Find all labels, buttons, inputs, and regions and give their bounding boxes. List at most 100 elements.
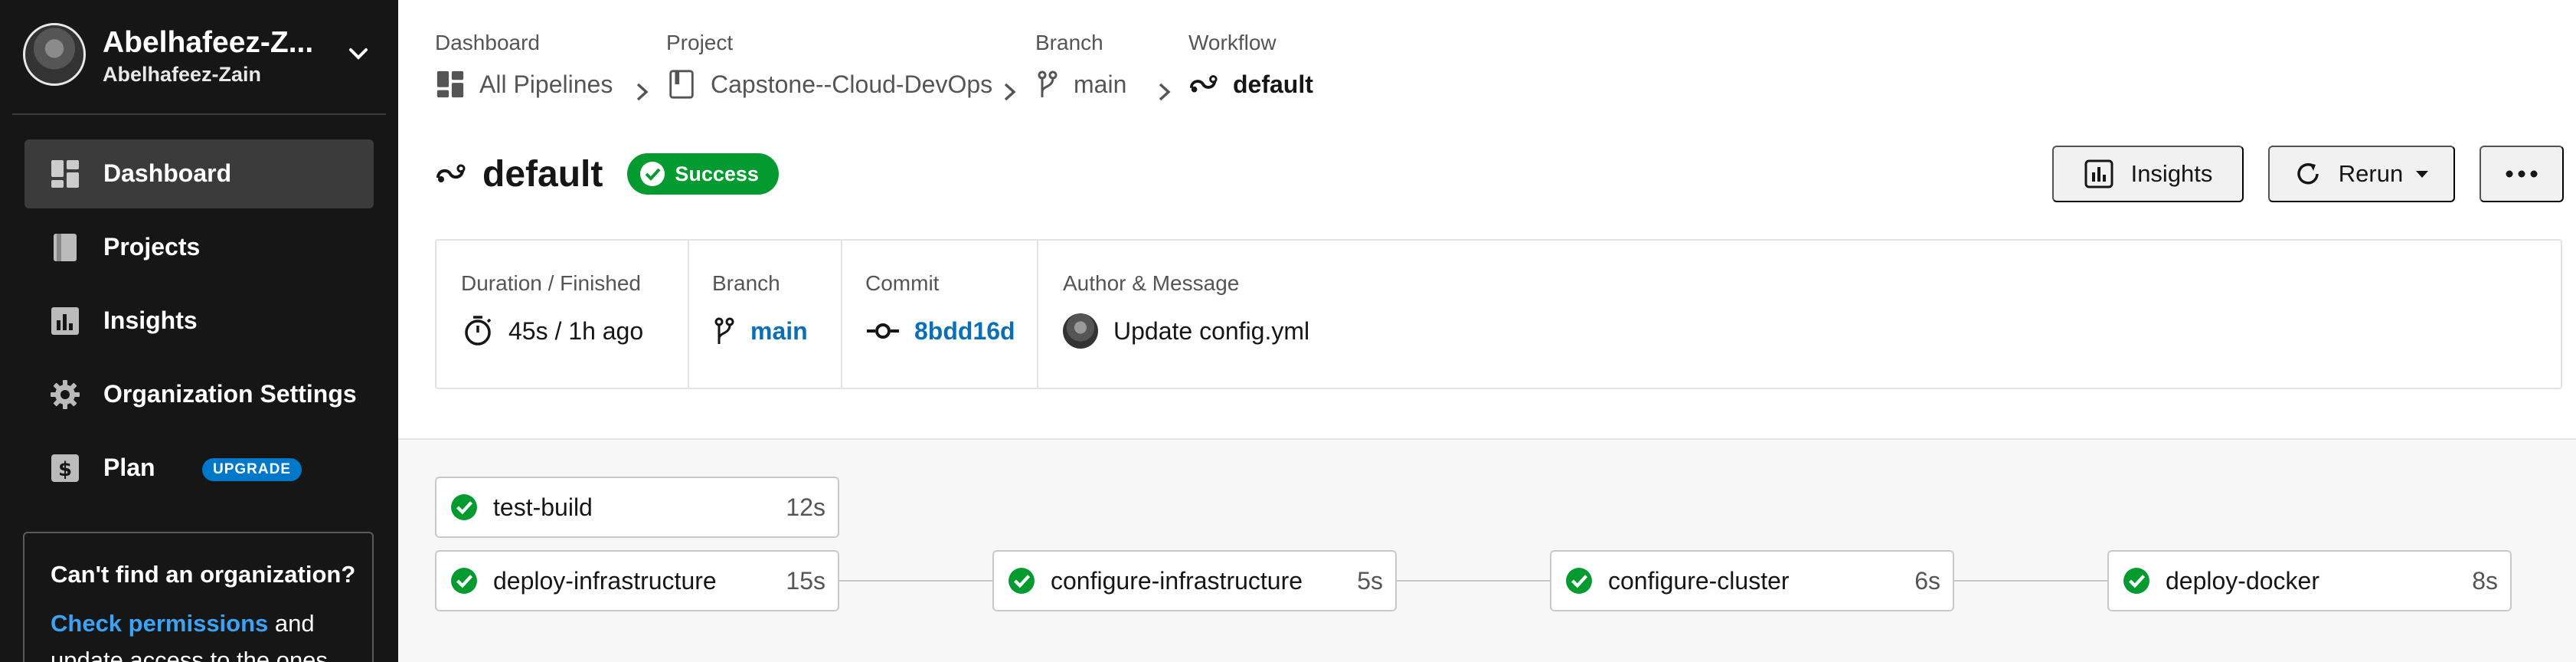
breadcrumb-value-text: main (1074, 70, 1127, 98)
workflow-graph: test-build 12s deploy-infrastructure 15s… (398, 438, 2576, 662)
breadcrumb-dashboard[interactable]: Dashboard All Pipelines (435, 31, 613, 98)
job-configure-cluster[interactable]: configure-cluster 6s (1550, 550, 1954, 611)
job-name: deploy-docker (2166, 566, 2319, 595)
job-test-build[interactable]: test-build 12s (435, 477, 839, 538)
breadcrumb-value[interactable]: main (1035, 69, 1126, 100)
workflow-header: default Success (435, 150, 779, 198)
breadcrumb-workflow[interactable]: Workflow default (1188, 31, 1313, 98)
commit-link[interactable]: 8bdd16d (914, 317, 1015, 346)
breadcrumb-branch[interactable]: Branch main (1035, 31, 1126, 98)
sidebar-item-label: Plan (103, 454, 155, 481)
breadcrumb-value[interactable]: All Pipelines (435, 69, 613, 100)
projects-icon (54, 234, 77, 261)
org-help-title: Can't find an organization? (51, 561, 356, 588)
dollar-icon: $ (51, 454, 79, 482)
job-connector (1954, 580, 2107, 582)
svg-text:$: $ (58, 458, 72, 481)
avatar (23, 23, 86, 86)
org-help-continued: update access to the ones (51, 647, 328, 662)
chevron-right-icon (1004, 83, 1016, 101)
rerun-label: Rerun (2338, 160, 2404, 187)
branch-caption: Branch (712, 271, 780, 295)
chevron-right-icon (1159, 83, 1171, 101)
branch-icon (1038, 70, 1058, 97)
success-icon (2123, 568, 2149, 594)
dashboard-icon (436, 70, 464, 98)
branch-link[interactable]: main (750, 317, 808, 346)
author-caption: Author & Message (1063, 271, 1240, 295)
breadcrumb-value-text: Capstone--Cloud-DevOps (711, 70, 993, 98)
job-name: configure-cluster (1608, 566, 1790, 595)
sidebar-item-plan[interactable]: $ Plan UPGRADE (25, 434, 374, 503)
job-deploy-docker[interactable]: deploy-docker 8s (2107, 550, 2512, 611)
breadcrumb-project[interactable]: Project Capstone--Cloud-DevOps (666, 31, 992, 99)
author-column: Author & Message Update config.yml (1037, 241, 1496, 388)
workflow-icon (436, 164, 466, 182)
commit-value[interactable]: 8bdd16d (865, 313, 1015, 349)
job-duration: 5s (1357, 566, 1383, 595)
job-duration: 12s (786, 493, 825, 521)
job-configure-infrastructure[interactable]: configure-infrastructure 5s (992, 550, 1397, 611)
duration-caption: Duration / Finished (461, 271, 642, 295)
rerun-button[interactable]: Rerun (2268, 146, 2455, 202)
commit-message: Update config.yml (1113, 316, 1310, 345)
commit-caption: Commit (865, 271, 940, 295)
duration-column: Duration / Finished 45s / 1h ago (436, 241, 688, 388)
insights-button[interactable]: Insights (2052, 146, 2244, 202)
insights-label: Insights (2130, 160, 2213, 187)
rerun-icon (2297, 163, 2319, 185)
project-icon (669, 70, 694, 99)
job-deploy-infrastructure[interactable]: deploy-infrastructure 15s (435, 550, 839, 611)
success-icon (451, 568, 477, 594)
breadcrumb-caption: Dashboard (435, 31, 540, 54)
job-connector (1397, 580, 1550, 582)
check-circle-icon (640, 162, 665, 186)
branch-icon (714, 317, 734, 344)
status-badge: Success (627, 153, 779, 195)
check-permissions-link[interactable]: Check permissions (51, 610, 268, 637)
user-name: Abelhafeez-Z... (103, 26, 314, 59)
sidebar: Abelhafeez-Z... Abelhafeez-Zain Dashboar… (0, 0, 398, 662)
sidebar-item-dashboard[interactable]: Dashboard (25, 139, 374, 208)
status-text: Success (675, 162, 759, 185)
insights-icon (51, 307, 79, 335)
sidebar-item-insights[interactable]: Insights (25, 287, 374, 356)
main-content: Dashboard All Pipelines Project Capstone… (398, 0, 2576, 662)
success-icon (1008, 568, 1035, 594)
job-name: configure-infrastructure (1051, 566, 1303, 595)
sidebar-item-organization-settings[interactable]: Organization Settings (25, 360, 374, 429)
job-duration: 15s (786, 566, 825, 595)
sidebar-divider (12, 113, 386, 115)
org-help-text: Check permissions and update access to th… (51, 605, 346, 662)
org-name: Abelhafeez-Zain (103, 63, 262, 86)
job-connector (839, 580, 992, 582)
success-icon (451, 494, 477, 520)
upgrade-badge[interactable]: UPGRADE (202, 458, 302, 481)
branch-column: Branch main (688, 241, 841, 388)
job-duration: 8s (2472, 566, 2498, 595)
sidebar-item-label: Dashboard (103, 159, 232, 187)
branch-value[interactable]: main (712, 313, 808, 349)
workflow-info-card: Duration / Finished 45s / 1h ago Branch … (435, 239, 2562, 389)
more-horizontal-icon (2506, 170, 2538, 178)
commit-icon (867, 323, 899, 339)
duration-text: 45s / 1h ago (508, 316, 644, 345)
page-title: default (482, 153, 603, 195)
job-duration: 6s (1914, 566, 1940, 595)
job-name: deploy-infrastructure (493, 566, 717, 595)
sidebar-item-projects[interactable]: Projects (25, 213, 374, 282)
breadcrumb-value[interactable]: Capstone--Cloud-DevOps (666, 69, 992, 100)
breadcrumb-value[interactable]: default (1188, 69, 1313, 100)
chevron-down-icon[interactable] (343, 38, 374, 69)
breadcrumb-value-text: default (1233, 70, 1313, 98)
stopwatch-icon (465, 316, 492, 346)
breadcrumb-caption: Project (666, 31, 734, 54)
duration-value: 45s / 1h ago (461, 313, 643, 349)
gear-icon (51, 380, 80, 409)
chevron-right-icon (636, 83, 649, 101)
more-options-button[interactable] (2480, 146, 2564, 202)
org-switcher[interactable]: Abelhafeez-Z... Abelhafeez-Zain (23, 23, 375, 90)
sidebar-item-label: Projects (103, 233, 201, 261)
dashboard-icon (51, 160, 79, 188)
success-icon (1566, 568, 1592, 594)
